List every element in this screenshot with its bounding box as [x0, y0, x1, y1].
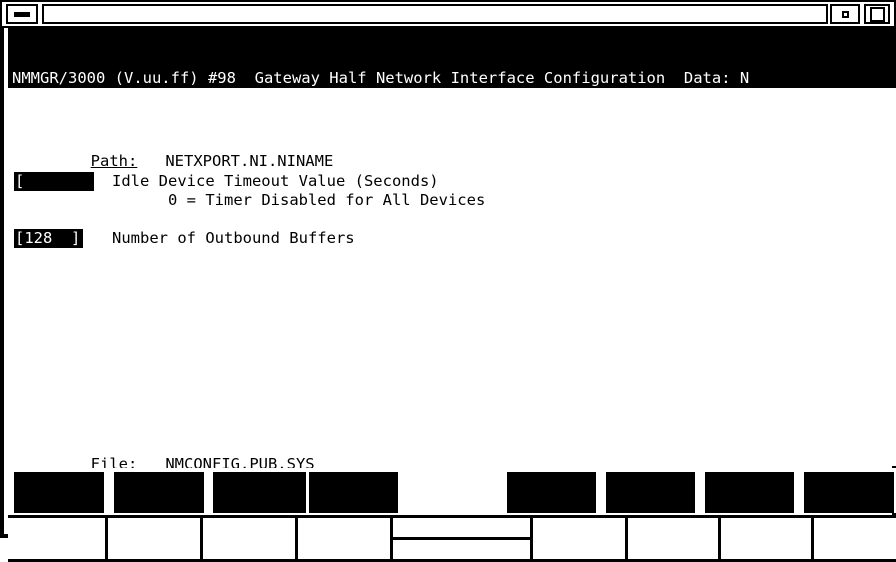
fkey-6-save-data[interactable]: Save Data [606, 472, 695, 513]
function-key-row: Go To PROTOCOL Go To LINK Go To INTERNET [8, 468, 896, 513]
minimize-bar-icon [14, 11, 30, 17]
fkey-4-line1 [309, 512, 398, 513]
softkey-2[interactable] [108, 518, 203, 559]
restore-button[interactable] [830, 4, 860, 24]
fkey-4-blank[interactable] [309, 472, 398, 513]
fkey-3-line1: Go To [213, 512, 306, 513]
minimize-button[interactable] [6, 4, 38, 24]
fkey-6-line1: Save [606, 512, 695, 513]
softkey-8[interactable] [721, 518, 814, 559]
idle-device-timeout-sublabel: 0 = Timer Disabled for All Devices [168, 191, 486, 209]
small-square-icon [841, 10, 849, 18]
path-spacer [137, 152, 165, 170]
softkey-1[interactable] [8, 518, 108, 559]
fkey-1-go-to-protocol[interactable]: Go To PROTOCOL [14, 472, 104, 513]
softkey-7[interactable] [628, 518, 721, 559]
form-area: Path: NETXPORT.NI.NINAME [ ] Idle Device… [8, 88, 896, 473]
soft-key-row [8, 518, 896, 562]
window-title [42, 4, 828, 24]
fkey-8-line1: Prior [804, 512, 894, 513]
fkey-7-help[interactable]: Help [705, 472, 794, 513]
header-line-1: NMMGR/3000 (V.uu.ff) #98 Gateway Half Ne… [12, 69, 750, 87]
fkey-7-line1: Help [705, 512, 794, 513]
window-titlebar [0, 0, 896, 28]
softkey-5[interactable] [393, 518, 533, 559]
softkey-6[interactable] [533, 518, 628, 559]
fkey-2-line1: Go To [114, 512, 204, 513]
fkey-3-go-to-internet[interactable]: Go To INTERNET [213, 472, 306, 513]
fkey-2-go-to-link[interactable]: Go To LINK [114, 472, 204, 513]
terminal-window: NMMGR/3000 (V.uu.ff) #98 Gateway Half Ne… [0, 0, 896, 562]
fkey-1-line1: Go To [14, 512, 104, 513]
maximize-button[interactable] [864, 4, 890, 24]
idle-device-timeout-value [24, 172, 108, 190]
idle-device-timeout-label: Idle Device Timeout Value (Seconds) [112, 172, 439, 190]
fkey-5-line1 [507, 512, 596, 513]
path-value: NETXPORT.NI.NINAME [165, 152, 334, 170]
large-square-icon [869, 6, 885, 22]
softkey-5-divider [393, 537, 530, 540]
fkey-5-blank[interactable] [507, 472, 596, 513]
idle-device-timeout-field[interactable]: [ ] [14, 172, 118, 191]
screen-header: NMMGR/3000 (V.uu.ff) #98 Gateway Half Ne… [8, 28, 896, 210]
outbound-buffers-value: 128 [24, 229, 72, 247]
outbound-buffers-field[interactable]: [128 ] [14, 229, 83, 248]
softkey-3[interactable] [203, 518, 298, 559]
terminal-screen: NMMGR/3000 (V.uu.ff) #98 Gateway Half Ne… [0, 28, 896, 562]
path-label: Path: [90, 152, 138, 170]
outbound-buffers-label: Number of Outbound Buffers [112, 229, 355, 247]
softkey-4[interactable] [298, 518, 393, 559]
softkey-9[interactable] [814, 518, 896, 559]
fkey-8-prior-screen[interactable]: Prior Screen [804, 472, 894, 513]
